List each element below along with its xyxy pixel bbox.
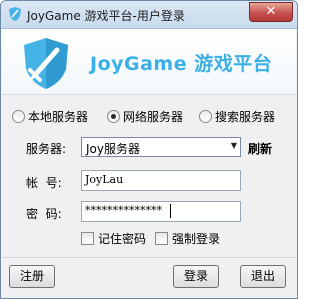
account-input[interactable]: JoyLau [81,170,241,191]
password-input-value: ************** [85,204,162,217]
checkbox-box[interactable] [81,232,94,245]
radio-network-server[interactable]: 网络服务器 [107,108,183,125]
password-input[interactable]: ************** [81,201,241,222]
window-title: JoyGame 游戏平台-用户登录 [27,9,185,23]
radio-indicator[interactable] [107,110,120,123]
password-label: 密 码: [26,207,62,221]
checkbox-label: 强制登录 [172,232,221,246]
server-select-value: Joy服务器 [86,142,140,156]
account-input-value: JoyLau [85,173,124,186]
server-select[interactable]: Joy服务器 ▼ [81,137,241,157]
shield-sword-icon [24,38,68,89]
banner: JoyGame 游戏平台 [2,29,296,95]
login-button[interactable]: 登录 [173,265,219,288]
radio-search-server[interactable]: 搜索服务器 [199,108,275,125]
remember-password-checkbox[interactable]: 记住密码 [81,230,146,247]
footer-divider [2,257,296,258]
brand-title: JoyGame 游戏平台 [90,53,273,75]
server-label: 服务器: [26,142,67,156]
radio-local-server[interactable]: 本地服务器 [12,108,88,125]
register-button[interactable]: 注册 [9,265,55,288]
login-window: JoyGame 游戏平台-用户登录 ✕ JoyGame 游戏平台 本地服务器 网… [0,0,298,299]
radio-label: 网络服务器 [123,110,184,124]
exit-button[interactable]: 退出 [240,265,286,288]
refresh-link[interactable]: 刷新 [248,140,272,157]
account-label: 帐 号: [26,176,62,190]
force-login-checkbox[interactable]: 强制登录 [155,230,220,247]
radio-indicator[interactable] [199,110,212,123]
radio-indicator[interactable] [12,110,25,123]
radio-label: 本地服务器 [28,110,89,124]
text-caret [170,204,171,218]
radio-label: 搜索服务器 [215,110,276,124]
dropdown-arrow-icon[interactable]: ▼ [231,141,237,150]
checkbox-box[interactable] [155,232,168,245]
app-icon [9,7,21,21]
checkbox-label: 记住密码 [98,232,147,246]
title-bar[interactable]: JoyGame 游戏平台-用户登录 ✕ [1,1,297,29]
close-button[interactable]: ✕ [249,2,293,22]
